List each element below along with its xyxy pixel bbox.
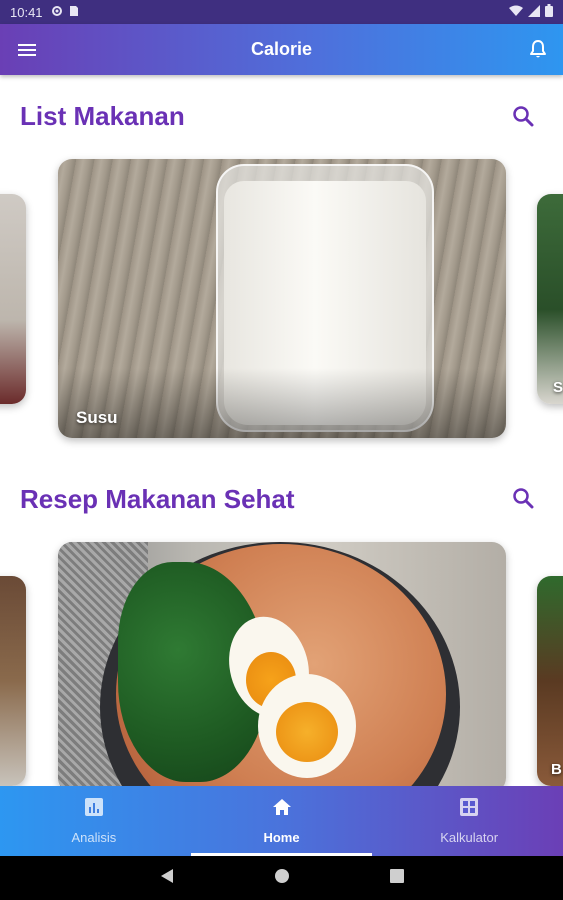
nav-label-analisis: Analisis	[71, 830, 117, 845]
food-card-peek-right[interactable]: S	[537, 194, 563, 404]
app-title: Calorie	[250, 39, 313, 59]
system-nav-bar	[0, 856, 563, 900]
nav-item-home[interactable]: Home	[188, 786, 376, 856]
home-circle-icon[interactable]	[274, 868, 290, 889]
sim-icon	[69, 5, 79, 20]
food-card-label: Susu	[76, 408, 118, 427]
oatmeal-egg-greens-bowl-image	[58, 542, 506, 792]
status-bar: 10:41	[0, 0, 563, 24]
status-time: 10:41	[10, 4, 43, 20]
recipe-card-peek-right[interactable]: B	[537, 576, 563, 786]
food-card-peek-left[interactable]	[0, 194, 26, 404]
section-title-resep-makanan-sehat: Resep Makanan Sehat	[20, 484, 295, 514]
nav-item-analisis[interactable]: Analisis	[0, 786, 188, 856]
search-icon[interactable]	[511, 104, 535, 128]
nav-label-kalkulator: Kalkulator	[440, 830, 499, 845]
gear-icon	[51, 5, 63, 20]
milk-glass-image	[58, 159, 506, 438]
section-title-list-makanan: List Makanan	[20, 101, 185, 131]
recents-icon[interactable]	[389, 868, 404, 888]
back-icon[interactable]	[160, 868, 174, 889]
recipe-card-peek-label: B	[551, 761, 562, 778]
bell-icon[interactable]	[527, 38, 549, 60]
food-card[interactable]: Susu	[58, 159, 506, 438]
battery-icon	[545, 4, 553, 20]
hamburger-menu-icon[interactable]	[16, 39, 38, 61]
wifi-icon	[509, 5, 523, 20]
nav-label-home: Home	[263, 830, 300, 845]
recipe-card-peek-left[interactable]	[0, 576, 26, 786]
signal-icon	[528, 4, 540, 20]
food-card-peek-label: S	[553, 379, 563, 396]
nav-item-kalkulator[interactable]: Kalkulator	[375, 786, 563, 856]
home-icon	[272, 797, 292, 822]
search-icon[interactable]	[511, 486, 535, 510]
app-screen: 10:41 Calorie List Makanan Susu S Resep …	[0, 0, 563, 900]
app-bar: Calorie	[0, 24, 563, 75]
bottom-nav: Analisis Home Kalkulator	[0, 786, 563, 856]
recipe-card[interactable]	[58, 542, 506, 792]
calculator-icon	[459, 797, 479, 822]
chart-icon	[84, 797, 104, 822]
